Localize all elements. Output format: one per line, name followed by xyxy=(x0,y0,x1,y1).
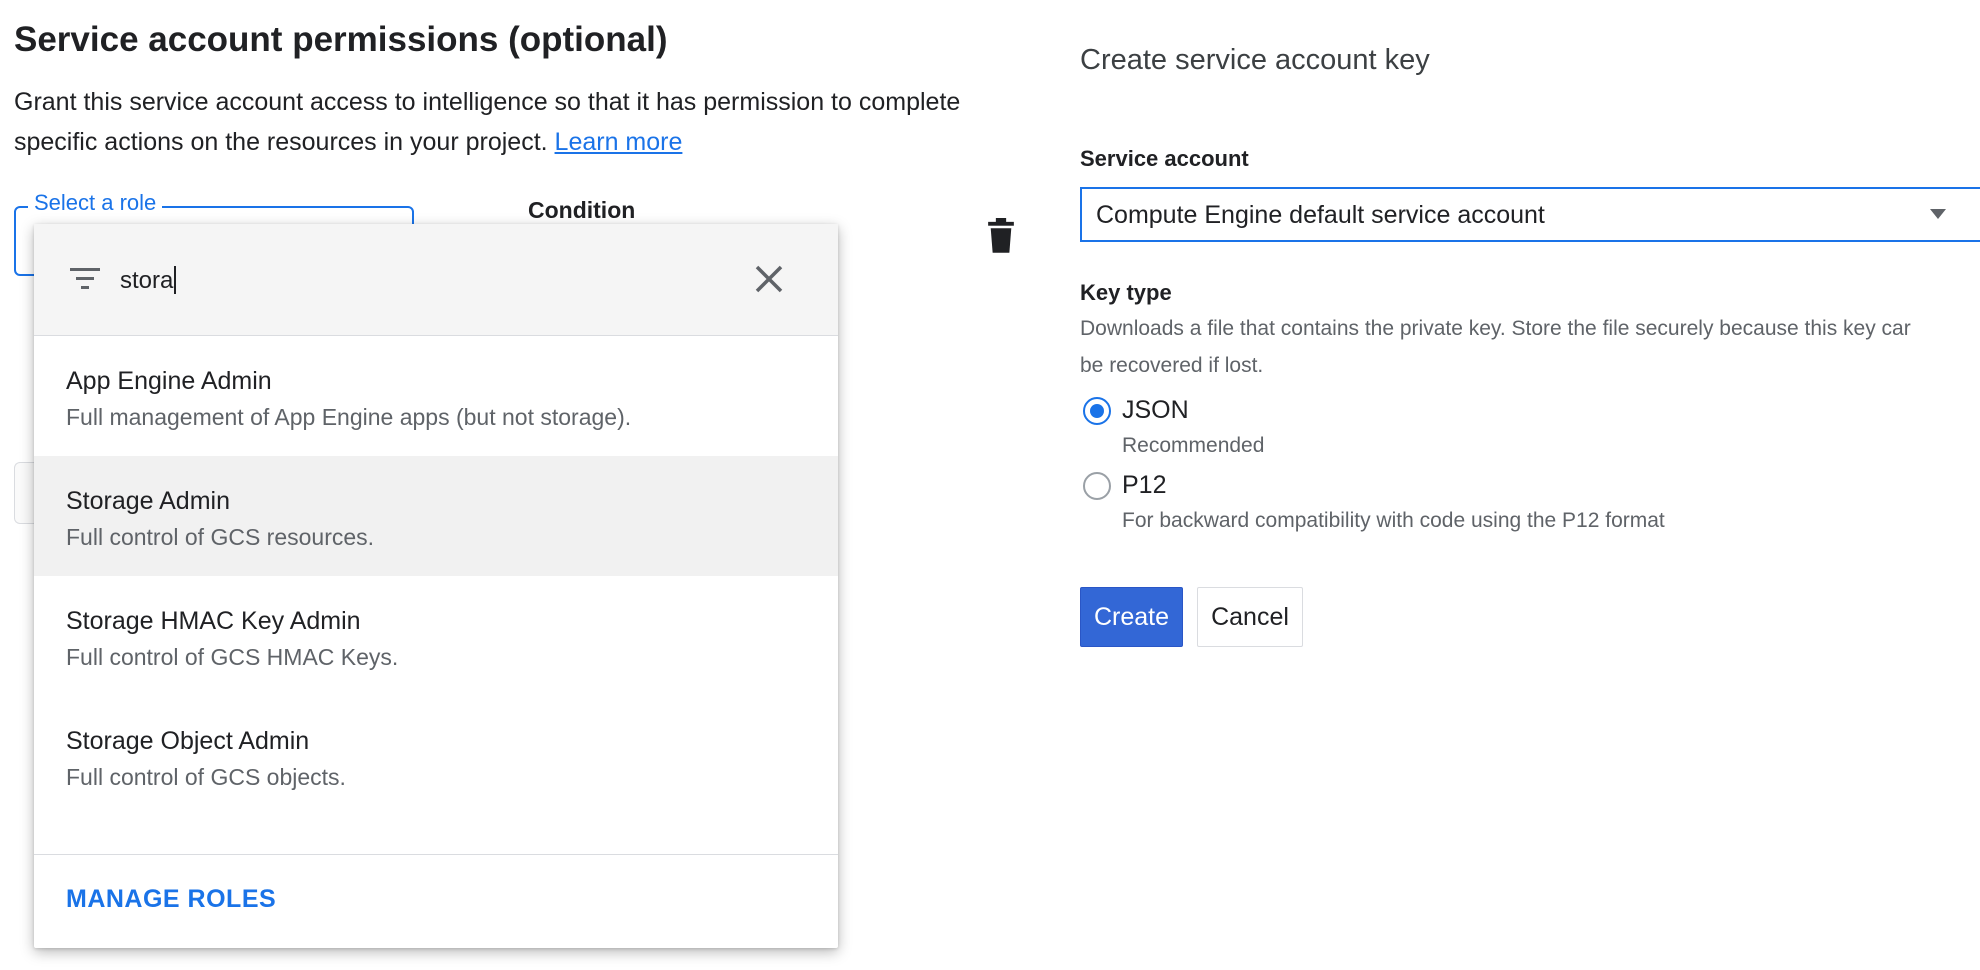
close-icon[interactable] xyxy=(752,262,786,296)
select-role-label: Select a role xyxy=(28,190,163,216)
json-option-sublabel: Recommended xyxy=(1122,434,1265,457)
key-type-description-line: be recovered if lost. xyxy=(1080,354,1264,377)
json-option-label: JSON xyxy=(1122,396,1189,424)
service-account-select[interactable]: Compute Engine default service account xyxy=(1080,187,1980,242)
manage-roles-link[interactable]: MANAGE ROLES xyxy=(66,885,276,914)
condition-label: Condition xyxy=(528,197,636,223)
key-type-label: Key type xyxy=(1080,280,1172,305)
role-option-description: Full control of GCS objects. xyxy=(66,764,346,790)
key-type-description-line: Downloads a file that contains the priva… xyxy=(1080,317,1911,340)
role-option-storage-admin[interactable]: Storage Admin Full control of GCS resour… xyxy=(34,456,838,576)
permissions-description: Grant this service account access to int… xyxy=(14,82,1024,162)
role-dropdown: App Engine Admin Full management of App … xyxy=(34,224,838,948)
description-text: Grant this service account access to int… xyxy=(14,88,961,156)
page-title: Service account permissions (optional) xyxy=(14,20,668,59)
role-option-storage-hmac-key-admin[interactable]: Storage HMAC Key Admin Full control of G… xyxy=(34,576,838,696)
role-option-title: Storage HMAC Key Admin xyxy=(66,607,361,635)
role-option-description: Full control of GCS resources. xyxy=(66,524,375,550)
trash-icon[interactable] xyxy=(985,218,1017,254)
role-search-input[interactable] xyxy=(118,258,702,304)
create-button[interactable]: Create xyxy=(1080,587,1183,647)
dropdown-arrow-icon xyxy=(1930,209,1946,219)
create-key-title: Create service account key xyxy=(1080,44,1430,76)
text-cursor xyxy=(174,266,176,294)
role-option-title: Storage Object Admin xyxy=(66,727,310,755)
role-option-app-engine-admin[interactable]: App Engine Admin Full management of App … xyxy=(34,336,838,456)
service-account-label: Service account xyxy=(1080,146,1249,171)
role-option-title: App Engine Admin xyxy=(66,367,272,395)
role-option-storage-object-admin[interactable]: Storage Object Admin Full control of GCS… xyxy=(34,696,838,816)
cancel-button[interactable]: Cancel xyxy=(1197,587,1303,647)
p12-option-label: P12 xyxy=(1122,471,1167,499)
role-dropdown-footer: MANAGE ROLES xyxy=(34,854,838,948)
role-option-title: Storage Admin xyxy=(66,487,230,515)
json-radio[interactable] xyxy=(1083,397,1111,425)
p12-option-sublabel: For backward compatibility with code usi… xyxy=(1122,509,1665,532)
p12-radio[interactable] xyxy=(1083,472,1111,500)
role-search-bar xyxy=(34,224,838,336)
role-option-description: Full control of GCS HMAC Keys. xyxy=(66,644,399,670)
learn-more-link[interactable]: Learn more xyxy=(555,128,683,156)
service-account-value: Compute Engine default service account xyxy=(1096,201,1545,229)
filter-icon xyxy=(70,268,100,289)
key-type-description: Downloads a file that contains the priva… xyxy=(1080,310,1980,384)
role-option-description: Full management of App Engine apps (but … xyxy=(66,404,632,430)
